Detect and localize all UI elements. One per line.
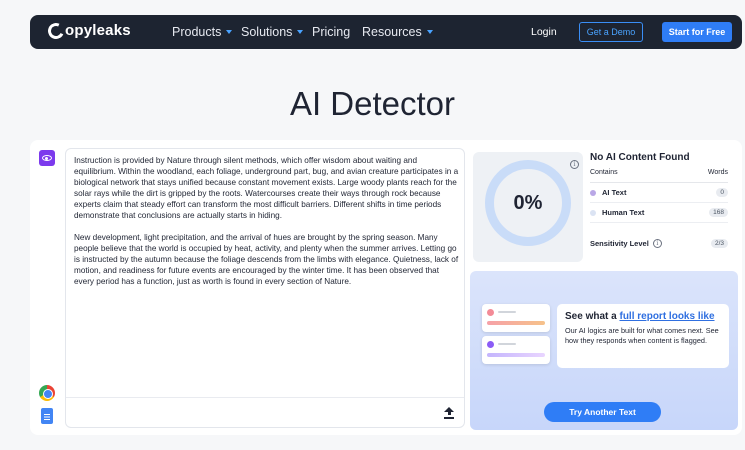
promo-body: Our AI logics are built for what comes n… [565, 326, 719, 345]
results-panel: No AI Content Found Contains Words AI Te… [590, 152, 728, 248]
sample-dot-icon [487, 341, 494, 348]
chevron-down-icon [426, 30, 433, 34]
full-report-link[interactable]: full report looks like [619, 311, 714, 322]
upload-icon[interactable] [444, 407, 454, 419]
nav-resources[interactable]: Resources [362, 25, 433, 39]
nav-pricing-label: Pricing [312, 25, 351, 39]
human-text-row: Human Text 168 [590, 203, 728, 223]
promo-message: See what a full report looks like Our AI… [557, 304, 729, 368]
tool-sidebar [30, 140, 60, 435]
contains-header: Contains [590, 169, 618, 176]
sample-dot-icon [487, 309, 494, 316]
start-free-button[interactable]: Start for Free [662, 22, 732, 42]
score-gauge: 0% [485, 160, 571, 246]
nav-resources-label: Resources [362, 25, 422, 39]
words-header: Words [707, 169, 728, 176]
nav-products-label: Products [172, 25, 222, 39]
results-title: No AI Content Found [590, 152, 690, 163]
input-text[interactable]: Instruction is provided by Nature throug… [74, 155, 459, 297]
view-toggle-button[interactable] [39, 150, 55, 166]
human-text-label: Human Text [602, 208, 645, 217]
logo-c-icon [45, 20, 67, 41]
page-title: AI Detector [289, 85, 456, 122]
try-another-text-button[interactable]: Try Another Text [544, 402, 661, 422]
top-nav: opyleaks Products Solutions Pricing Reso… [30, 15, 742, 49]
ai-percentage: 0% [513, 191, 543, 214]
chevron-down-icon [226, 30, 233, 34]
login-link[interactable]: Login [531, 26, 557, 38]
detector-card: Instruction is provided by Nature throug… [30, 140, 742, 435]
sample-report-card [482, 304, 550, 332]
info-icon[interactable]: i [652, 239, 662, 248]
sensitivity-value[interactable]: 2/3 [710, 239, 728, 248]
paragraph-2: New development, light precipitation, an… [74, 232, 459, 286]
ai-text-count: 0 [716, 188, 728, 197]
sensitivity-label: Sensitivity Level [590, 239, 649, 248]
promo-heading-prefix: See what a [565, 311, 617, 322]
ai-text-row: AI Text 0 [590, 183, 728, 203]
paragraph-1: Instruction is provided by Nature throug… [74, 156, 459, 221]
nav-pricing[interactable]: Pricing [312, 25, 350, 39]
sample-report-card [482, 336, 550, 364]
chevron-down-icon [297, 30, 304, 34]
nav-solutions-label: Solutions [241, 25, 293, 39]
human-dot-icon [590, 209, 596, 216]
logo-text: opyleaks [65, 22, 131, 39]
google-docs-icon[interactable] [41, 408, 53, 424]
get-demo-button[interactable]: Get a Demo [579, 22, 643, 42]
human-text-count: 168 [709, 208, 728, 217]
promo-heading: See what a full report looks like [565, 311, 721, 322]
info-icon[interactable]: i [570, 160, 579, 169]
eye-icon [42, 155, 52, 161]
score-gauge-panel: 0% i [473, 152, 583, 262]
report-promo: See what a full report looks like Our AI… [470, 271, 738, 430]
chrome-extension-icon[interactable] [39, 385, 55, 401]
nav-products[interactable]: Products [172, 25, 233, 39]
copyleaks-logo[interactable]: opyleaks [45, 20, 131, 41]
results-table-header: Contains Words [590, 169, 728, 183]
ai-dot-icon [590, 189, 596, 196]
nav-solutions[interactable]: Solutions [241, 25, 304, 39]
text-input-area[interactable]: Instruction is provided by Nature throug… [65, 148, 465, 428]
ai-text-label: AI Text [602, 188, 627, 197]
editor-footer [66, 397, 464, 427]
sensitivity-row[interactable]: Sensitivity Level i 2/3 [590, 239, 728, 248]
